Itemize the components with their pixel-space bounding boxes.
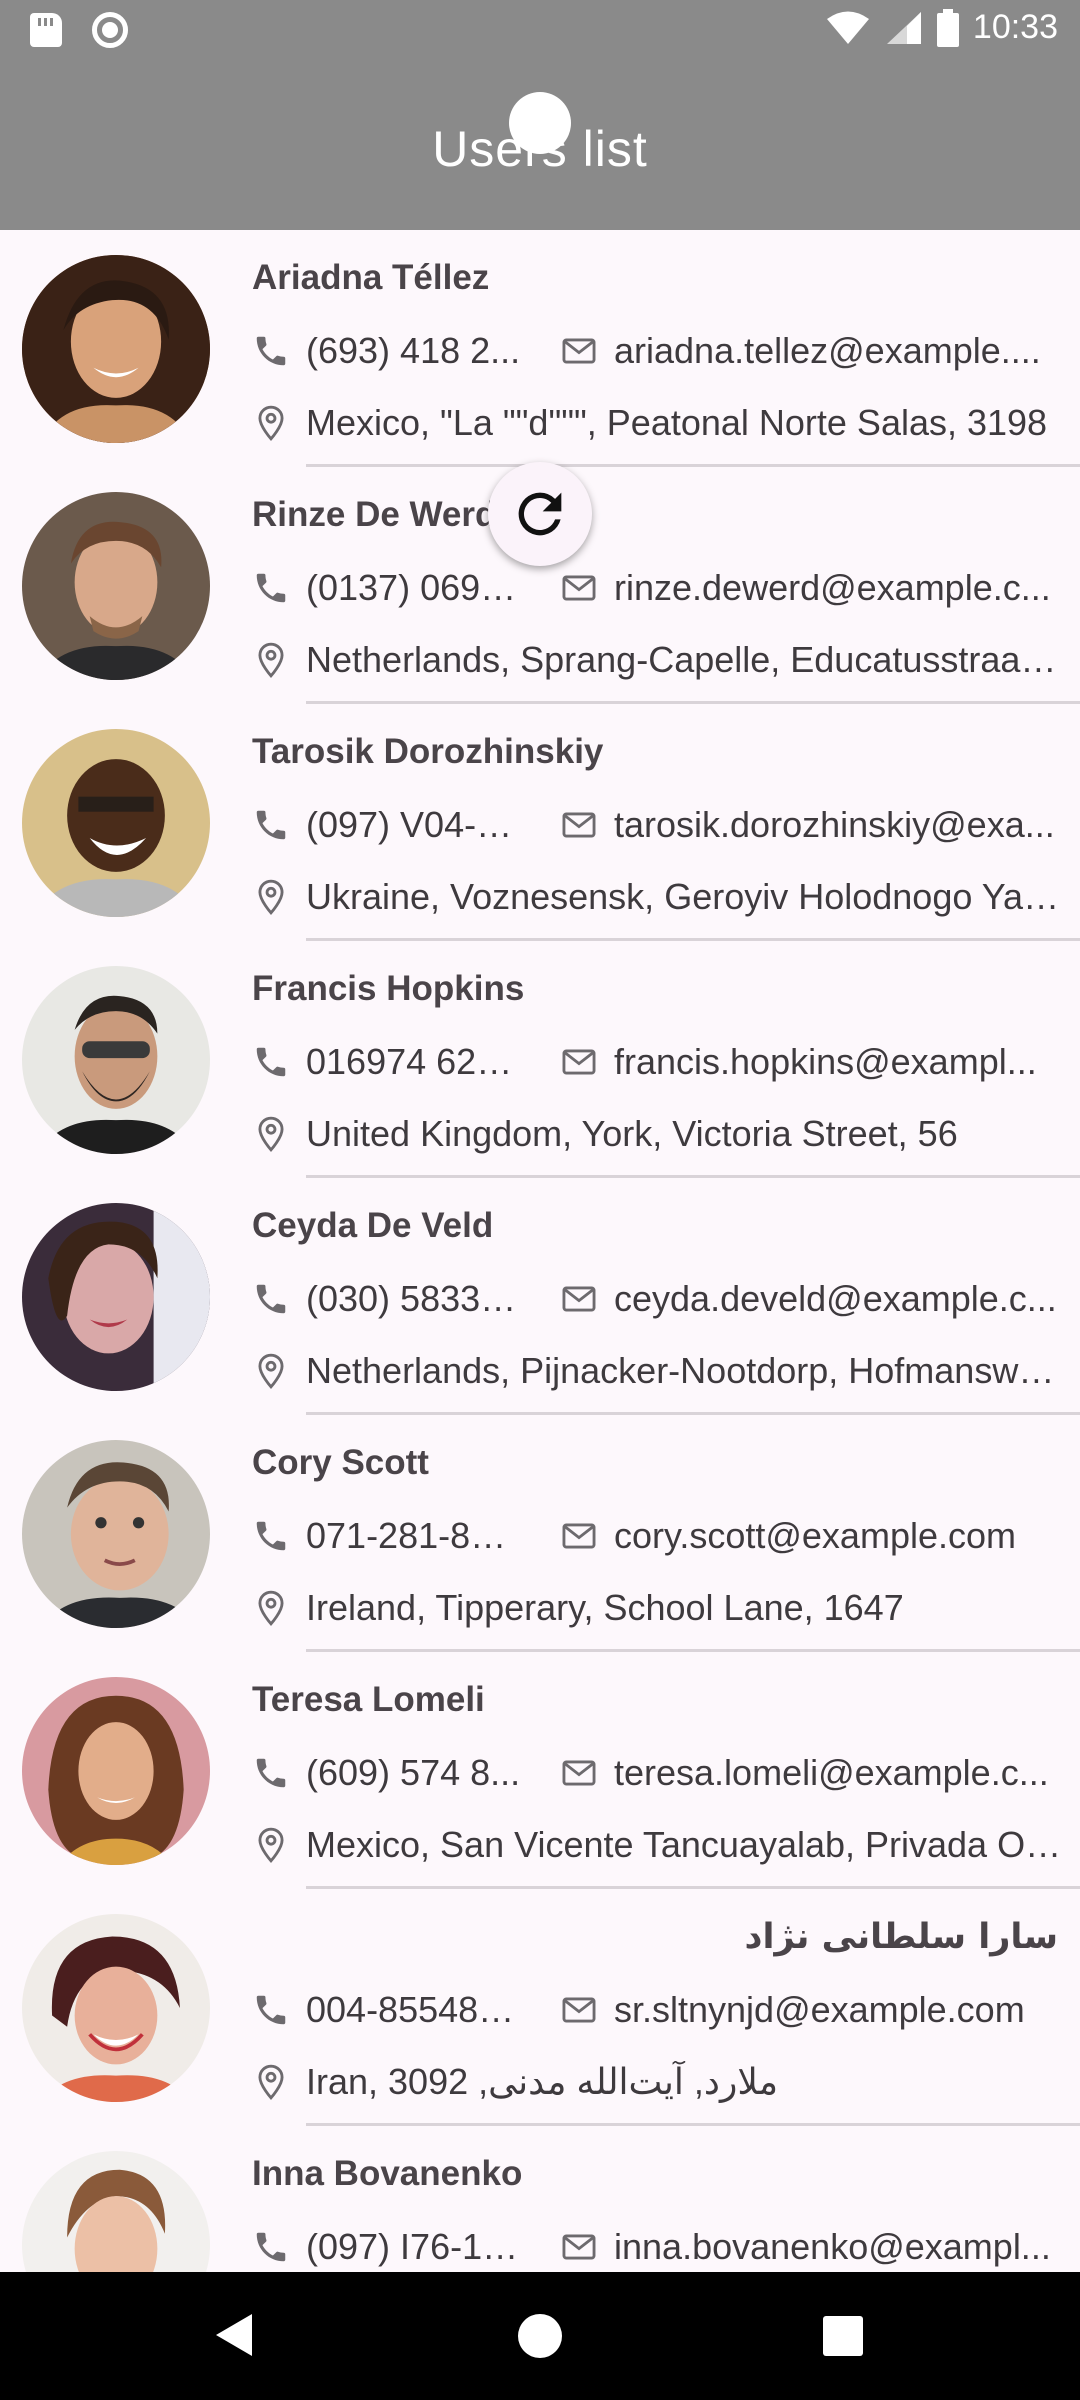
user-phone: (693) 418 2... (306, 330, 521, 371)
user-name: Inna Bovanenko (252, 2154, 523, 2193)
list-item[interactable]: سارا سلطانی نژاد 004-855485... sr.sltnyn… (0, 1889, 1080, 2126)
navigation-bar (0, 2272, 1080, 2400)
user-name: Ariadna Téllez (252, 258, 490, 297)
refresh-icon (518, 492, 562, 536)
user-address: United Kingdom, York, Victoria Street, 5… (306, 1113, 958, 1154)
user-name: Cory Scott (252, 1443, 429, 1482)
phone-icon (256, 810, 286, 840)
user-name: سارا سلطانی نژاد (744, 1917, 1058, 1957)
avatar (22, 255, 210, 443)
avatar (22, 1440, 210, 1628)
email-icon (562, 1049, 596, 1075)
user-name: Tarosik Dorozhinskiy (252, 732, 604, 771)
phone-icon (256, 1995, 286, 2025)
battery-icon (936, 8, 959, 47)
avatar (22, 492, 210, 680)
user-phone: 016974 629... (306, 1041, 526, 1082)
phone-icon (256, 573, 286, 603)
record-icon (92, 12, 128, 48)
page-title: Users list (432, 121, 648, 177)
location-icon (258, 642, 284, 678)
user-email: teresa.lomeli@example.c... (614, 1752, 1049, 1793)
list-item[interactable]: Ceyda De Veld (030) 58330... ceyda.devel… (0, 1178, 1080, 1415)
email-icon (562, 812, 596, 838)
list-item[interactable]: Cory Scott 071-281-8696 cory.scott@examp… (0, 1415, 1080, 1652)
user-phone: 071-281-8696 (306, 1515, 526, 1556)
location-icon (258, 879, 284, 915)
location-icon (258, 2064, 284, 2100)
home-icon[interactable] (518, 2314, 562, 2358)
user-phone: 004-855485... (306, 1989, 526, 2030)
recents-icon[interactable] (823, 2316, 863, 2356)
status-time: 10:33 (972, 8, 1058, 46)
signal-icon (886, 11, 921, 44)
location-icon (258, 1353, 284, 1389)
user-email: inna.bovanenko@exampl... (614, 2226, 1051, 2267)
user-name: Teresa Lomeli (252, 1680, 485, 1719)
phone-icon (256, 1047, 286, 1077)
location-icon (258, 1827, 284, 1863)
user-address: Ukraine, Voznesensk, Geroyiv Holodnogo Y… (306, 876, 1062, 917)
email-icon (562, 1997, 596, 2023)
user-name: Rinze De Werd (252, 495, 497, 534)
email-icon (562, 1523, 596, 1549)
user-email: cory.scott@example.com (614, 1515, 1016, 1556)
user-phone: (097) I76-12... (306, 2226, 526, 2267)
list-item[interactable]: Teresa Lomeli (609) 574 8... teresa.lome… (0, 1652, 1080, 1889)
location-icon (258, 405, 284, 441)
user-address: Ireland, Tipperary, School Lane, 1647 (306, 1587, 904, 1628)
phone-icon (256, 1521, 286, 1551)
user-email: sr.sltnynjd@example.com (614, 1989, 1025, 2030)
avatar (22, 966, 210, 1154)
avatar (22, 1203, 210, 1391)
list-item[interactable]: Francis Hopkins 016974 629... francis.ho… (0, 941, 1080, 1178)
user-address: Mexico, San Vicente Tancuayalab, Privada… (306, 1824, 1062, 1865)
email-icon (562, 1286, 596, 1312)
user-email: rinze.dewerd@example.c... (614, 567, 1051, 608)
user-email: ceyda.develd@example.c... (614, 1278, 1057, 1319)
list-item[interactable]: Tarosik Dorozhinskiy (097) V04-3... taro… (0, 704, 1080, 941)
user-email: tarosik.dorozhinskiy@exa... (614, 804, 1055, 845)
back-icon[interactable] (212, 2312, 256, 2358)
user-phone: (609) 574 8... (306, 1752, 521, 1793)
avatar (22, 729, 210, 917)
user-address: Netherlands, Pijnacker-Nootdorp, Hofmans… (306, 1350, 1062, 1391)
email-icon (562, 2234, 596, 2260)
avatar (22, 2151, 210, 2272)
location-icon (258, 1116, 284, 1152)
user-email: ariadna.tellez@example.... (614, 330, 1041, 371)
phone-icon (256, 1284, 286, 1314)
email-icon (562, 575, 596, 601)
avatar (22, 1677, 210, 1865)
user-phone: (030) 58330... (306, 1278, 526, 1319)
app-bar: Users list (0, 62, 1080, 230)
user-address: Iran, 3092 ,ملارد, آیت‌الله مدنی (306, 2061, 779, 2102)
email-icon (562, 1760, 596, 1786)
avatar (22, 1914, 210, 2102)
email-icon (562, 338, 596, 364)
user-name: Francis Hopkins (252, 969, 525, 1008)
user-phone: (0137) 0692... (306, 567, 526, 608)
list-item[interactable]: Ariadna Téllez (693) 418 2... ariadna.te… (0, 230, 1080, 467)
phone-icon (256, 336, 286, 366)
user-name: Ceyda De Veld (252, 1206, 494, 1245)
user-address: Netherlands, Sprang-Capelle, Educatusstr… (306, 639, 1062, 680)
user-address: Mexico, "La ""d""", Peatonal Norte Salas… (306, 402, 1048, 443)
list-item[interactable]: Inna Bovanenko (097) I76-12... inna.bova… (0, 2126, 1080, 2272)
user-phone: (097) V04-3... (306, 804, 526, 845)
status-bar: 10:33 (0, 0, 1080, 62)
user-email: francis.hopkins@exampl... (614, 1041, 1037, 1082)
wifi-icon (826, 11, 869, 44)
phone-icon (256, 2232, 286, 2262)
sd-card-icon (30, 13, 62, 47)
phone-icon (256, 1758, 286, 1788)
refresh-indicator (488, 462, 592, 566)
location-icon (258, 1590, 284, 1626)
